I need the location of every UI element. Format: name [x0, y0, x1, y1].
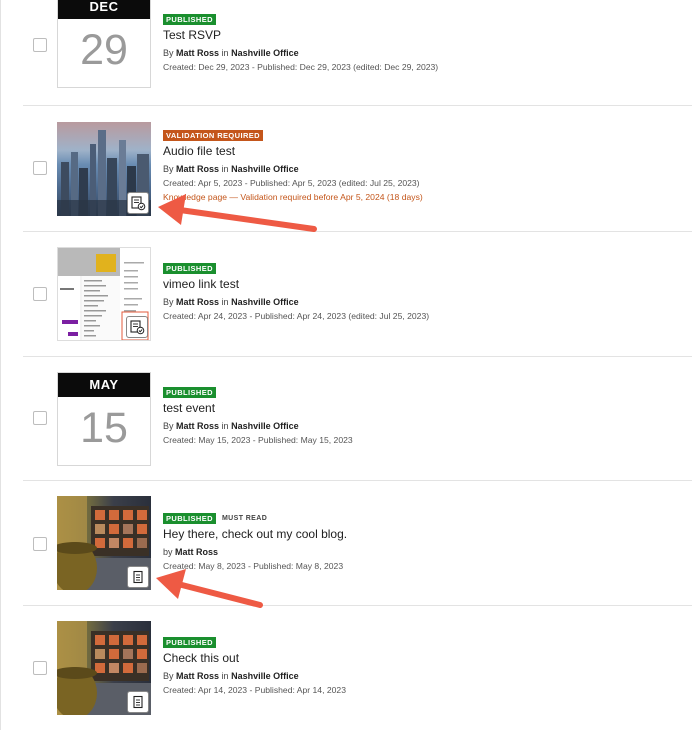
list-item[interactable]: PUBLISHED Check this out By Matt Ross in… — [23, 606, 692, 730]
list-item[interactable]: DEC 29 PUBLISHED Test RSVP By Matt Ross … — [23, 0, 692, 106]
list-item[interactable]: VALIDATION REQUIRED Audio file test By M… — [23, 106, 692, 232]
item-title[interactable]: test event — [163, 401, 683, 416]
select-checkbox[interactable] — [33, 38, 47, 52]
status-badge: PUBLISHED — [163, 13, 216, 25]
author-link[interactable]: Matt Ross — [176, 164, 219, 174]
document-icon — [127, 566, 149, 588]
location-link[interactable]: Nashville Office — [231, 421, 299, 431]
author-link[interactable]: Matt Ross — [176, 671, 219, 681]
document-icon — [127, 691, 149, 713]
byline: by Matt Ross — [163, 547, 219, 557]
location-link[interactable]: Nashville Office — [231, 671, 299, 681]
item-title[interactable]: Test RSVP — [163, 28, 683, 43]
knowledge-validated-icon — [127, 192, 149, 214]
event-day: 29 — [80, 26, 128, 74]
select-checkbox[interactable] — [33, 287, 47, 301]
location-link[interactable]: Nashville Office — [231, 164, 299, 174]
item-title[interactable]: Check this out — [163, 651, 683, 666]
event-day: 15 — [80, 404, 128, 452]
status-badge: PUBLISHED — [163, 386, 216, 398]
location-link[interactable]: Nashville Office — [231, 297, 299, 307]
item-dates: Created: Apr 24, 2023 - Published: Apr 2… — [163, 311, 430, 321]
event-date-tile: DEC 29 — [57, 0, 151, 88]
status-badge: PUBLISHED — [163, 262, 216, 274]
byline: By Matt Ross in Nashville Office — [163, 164, 299, 174]
status-badge: PUBLISHED — [163, 636, 216, 648]
must-read-badge: MUST READ — [221, 514, 268, 522]
select-checkbox[interactable] — [33, 411, 47, 425]
item-dates: Created: Dec 29, 2023 - Published: Dec 2… — [163, 62, 439, 72]
byline: By Matt Ross in Nashville Office — [163, 421, 299, 431]
list-item[interactable]: PUBLISHED vimeo link test By Matt Ross i… — [23, 232, 692, 357]
status-badge: PUBLISHED — [163, 512, 216, 524]
item-title[interactable]: Audio file test — [163, 144, 683, 159]
thumbnail-city-image — [57, 122, 151, 216]
author-link[interactable]: Matt Ross — [176, 421, 219, 431]
byline: By Matt Ross in Nashville Office — [163, 48, 299, 58]
event-month: MAY — [58, 373, 150, 397]
event-date-tile: MAY 15 — [57, 372, 151, 466]
item-title[interactable]: vimeo link test — [163, 277, 683, 292]
thumbnail-screenshot-image — [57, 247, 151, 341]
list-item[interactable]: PUBLISHED MUST READ Hey there, check out … — [23, 481, 692, 606]
select-checkbox[interactable] — [33, 161, 47, 175]
item-dates: Created: Apr 14, 2023 - Published: Apr 1… — [163, 685, 346, 695]
item-dates: Created: May 8, 2023 - Published: May 8,… — [163, 561, 344, 571]
event-month: DEC — [58, 0, 150, 19]
location-link[interactable]: Nashville Office — [231, 48, 299, 58]
list-item[interactable]: MAY 15 PUBLISHED test event By Matt Ross… — [23, 357, 692, 481]
select-checkbox[interactable] — [33, 661, 47, 675]
content-list: DEC 29 PUBLISHED Test RSVP By Matt Ross … — [0, 0, 692, 730]
byline: By Matt Ross in Nashville Office — [163, 297, 299, 307]
item-dates: Created: Apr 5, 2023 - Published: Apr 5,… — [163, 178, 420, 188]
author-link[interactable]: Matt Ross — [175, 547, 218, 557]
thumbnail-video-call-image — [57, 621, 151, 715]
validation-warning: Knowledge page — Validation required bef… — [163, 192, 423, 202]
select-checkbox[interactable] — [33, 537, 47, 551]
knowledge-validated-icon — [126, 316, 148, 338]
item-dates: Created: May 15, 2023 - Published: May 1… — [163, 435, 353, 445]
author-link[interactable]: Matt Ross — [176, 297, 219, 307]
author-link[interactable]: Matt Ross — [176, 48, 219, 58]
thumbnail-video-call-image — [57, 496, 151, 590]
byline: By Matt Ross in Nashville Office — [163, 671, 299, 681]
item-title[interactable]: Hey there, check out my cool blog. — [163, 527, 683, 542]
status-badge: VALIDATION REQUIRED — [163, 129, 263, 141]
